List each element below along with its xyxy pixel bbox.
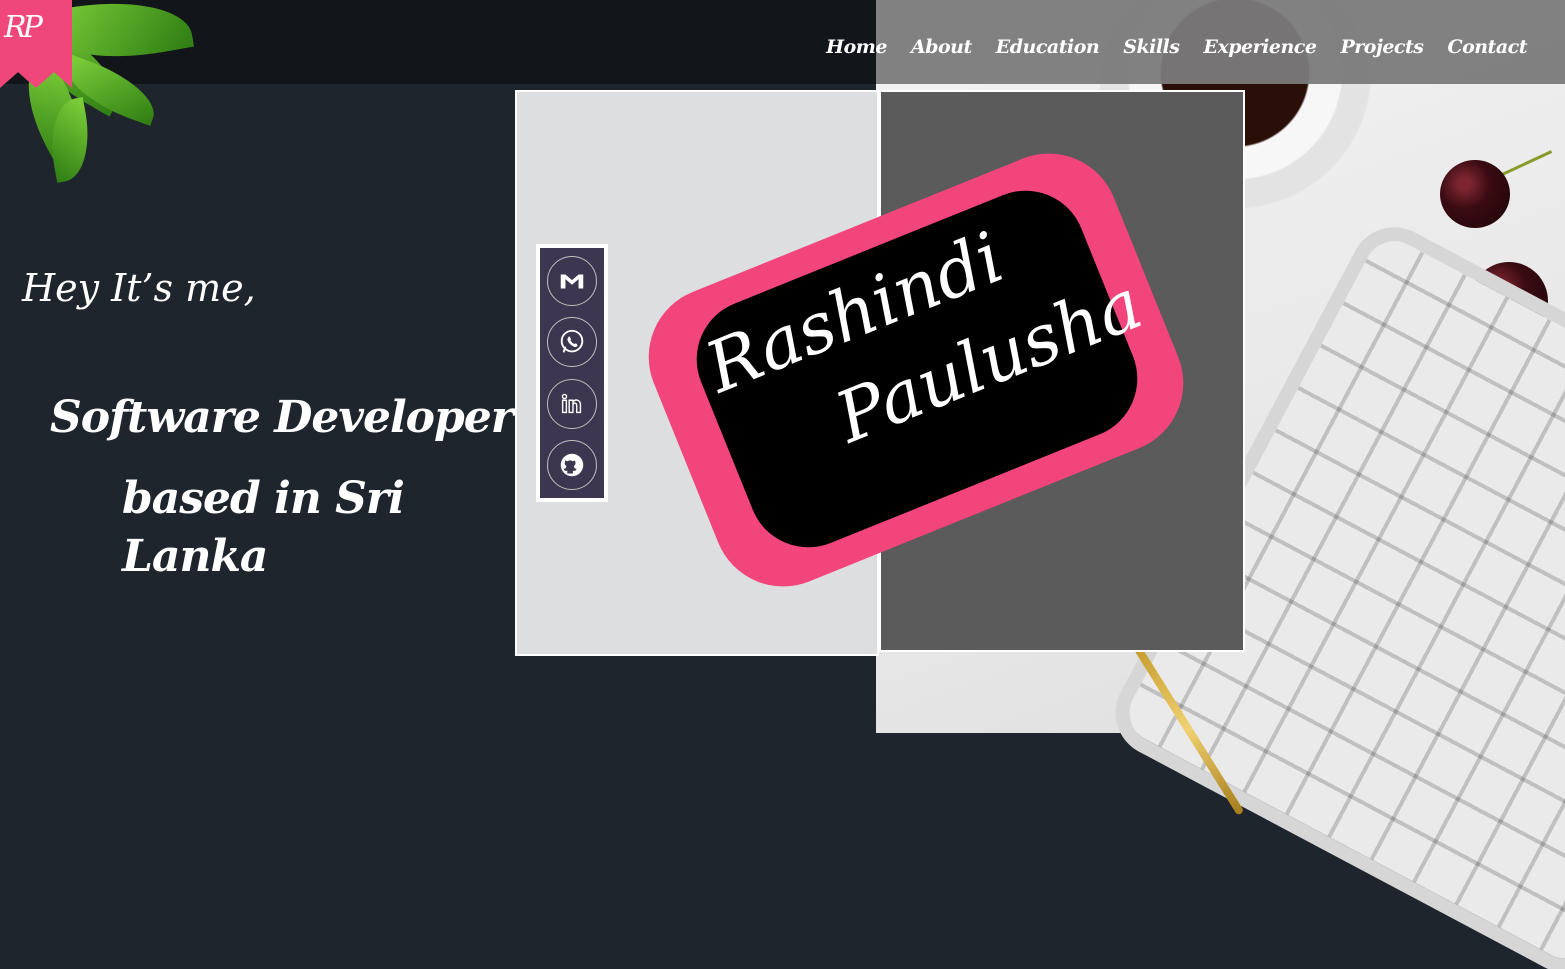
whatsapp-link[interactable]	[547, 317, 597, 368]
github-icon	[560, 454, 584, 477]
nav-experience[interactable]: Experience	[1203, 36, 1316, 58]
gmail-icon	[560, 274, 584, 289]
linkedin-link[interactable]	[547, 378, 597, 429]
nav-skills[interactable]: Skills	[1123, 36, 1180, 58]
nav-contact[interactable]: Contact	[1447, 36, 1527, 58]
cherry-image	[1440, 160, 1510, 228]
whatsapp-icon	[560, 330, 584, 353]
linkedin-icon	[561, 393, 582, 413]
hero-location: based in Sri Lanka	[122, 473, 405, 582]
social-links	[536, 244, 608, 502]
gmail-link[interactable]	[547, 255, 597, 306]
main-nav: Home About Education Skills Experience P…	[826, 36, 1527, 58]
logo-ribbon	[36, 0, 72, 88]
hero-greeting: Hey It’s me,	[22, 266, 256, 310]
nav-education[interactable]: Education	[996, 36, 1100, 58]
logo-text: RP	[4, 10, 43, 45]
site-logo[interactable]: RP	[0, 0, 72, 88]
hero-role: Software Developer	[50, 392, 514, 443]
nav-about[interactable]: About	[911, 36, 972, 58]
nav-projects[interactable]: Projects	[1340, 36, 1423, 58]
github-link[interactable]	[547, 440, 597, 491]
nav-home[interactable]: Home	[826, 36, 887, 58]
